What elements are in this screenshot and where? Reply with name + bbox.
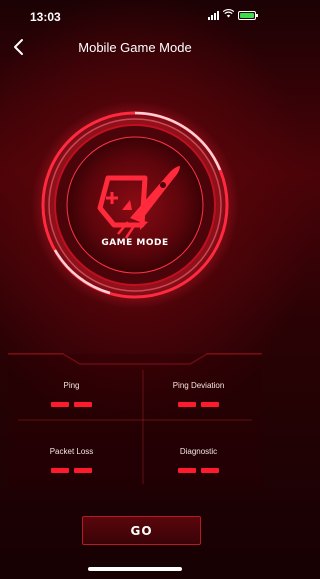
stat-ping-deviation: Ping Deviation – – — [135, 381, 262, 407]
battery-icon — [238, 10, 258, 20]
page-title: Mobile Game Mode — [78, 40, 192, 55]
stat-label: Packet Loss — [49, 447, 94, 456]
stat-label: Ping Deviation — [172, 381, 225, 390]
stat-ping: Ping – – — [8, 381, 135, 407]
home-indicator[interactable] — [88, 567, 182, 571]
status-bar: 13:03 — [0, 0, 270, 30]
status-icons — [208, 8, 258, 21]
cellular-signal-icon — [208, 10, 219, 20]
wifi-icon — [222, 8, 235, 21]
status-time: 13:03 — [30, 10, 61, 24]
stat-label: Diagnostic — [179, 447, 218, 456]
stat-packet-loss: Packet Loss – – — [8, 447, 135, 473]
stat-diagnostic: Diagnostic – – — [135, 447, 262, 473]
stat-label: Ping — [63, 381, 80, 390]
nav-bar: Mobile Game Mode — [0, 30, 270, 66]
go-button[interactable]: GO — [82, 516, 201, 545]
stat-value-placeholder: – – — [135, 402, 262, 407]
stat-value-placeholder: – – — [8, 402, 135, 407]
stat-value-placeholder: – – — [8, 468, 135, 473]
game-mode-label: GAME MODE — [101, 238, 169, 248]
game-mode-ring — [31, 101, 239, 309]
game-mode-badge[interactable]: GAME MODE — [30, 100, 240, 310]
network-stats-panel: Ping – – Ping Deviation – – Packet Loss … — [8, 350, 262, 490]
stat-value-placeholder: – – — [135, 468, 262, 473]
